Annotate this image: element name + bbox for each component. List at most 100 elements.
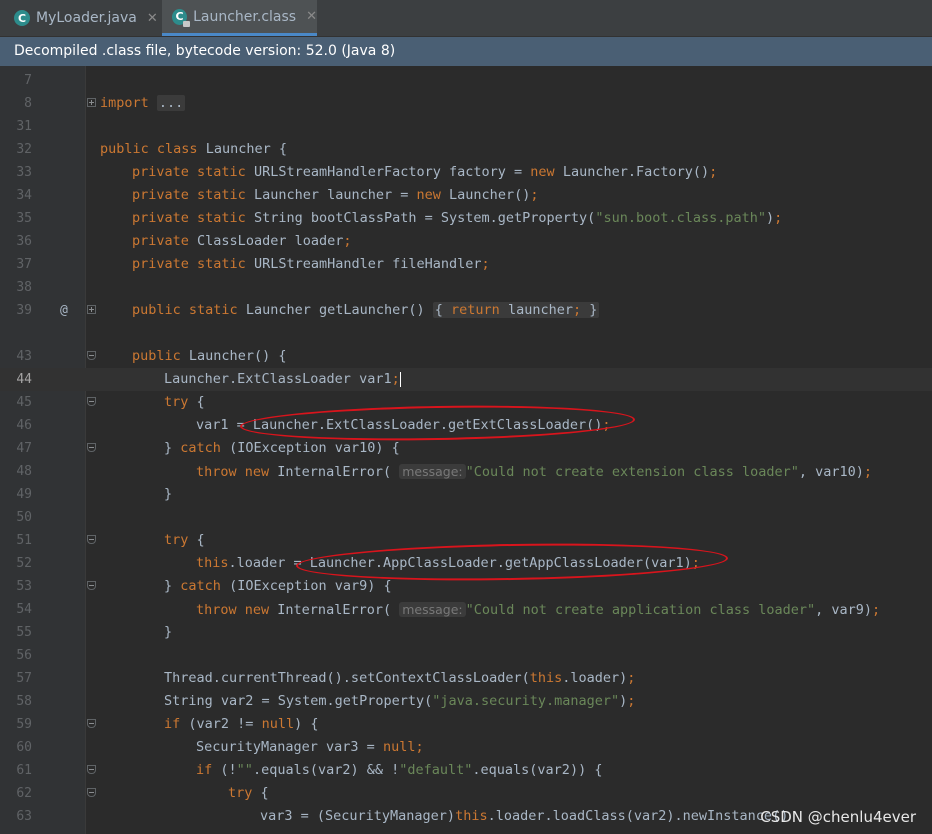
code-fragment: URLStreamHandler fileHandler [253,256,482,272]
code-fragment: Launcher { [205,141,287,157]
code-fragment: , var10) [798,464,864,480]
code-fragment: String var2 = System.getProperty( [164,693,433,709]
fold-expand-icon[interactable] [87,305,96,314]
keyword: return [451,302,500,318]
code-fragment: (! [220,762,237,778]
keyword: if [164,716,181,732]
code-fragment: InternalError( [277,464,392,480]
semicolon: ; [481,256,490,272]
code-fragment: launcher [507,302,573,318]
string-literal: "" [236,762,253,778]
keyword: public class [100,141,198,157]
code-text: public static Launcher getLauncher() { r… [132,299,600,322]
fold-collapse-icon[interactable] [87,788,96,797]
code-line: 47 } catch (IOException var10) { [0,437,932,460]
code-text: private ClassLoader loader; [132,230,352,253]
line-number: 38 [16,280,32,295]
fold-collapse-icon[interactable] [87,351,96,360]
code-fragment: Launcher() [449,187,531,203]
code-line: 34 private static Launcher launcher = ne… [0,184,932,207]
folded-method-body[interactable]: { return launcher; } [432,302,600,318]
line-number: 59 [16,717,32,732]
brace: } [589,302,598,318]
code-text: try { [164,391,205,414]
code-line: 8 import ... [0,92,932,115]
fold-collapse-icon[interactable] [87,581,96,590]
line-number: 49 [16,487,32,502]
text-cursor [399,371,401,387]
brace: } [164,486,173,502]
string-literal: "Could not create application class load… [465,602,816,618]
line-number: 37 [16,257,32,272]
code-line: 61 if (!"".equals(var2) && !"default".eq… [0,759,932,782]
code-text: public Launcher() { [132,345,286,368]
string-literal: "default" [399,762,473,778]
semicolon: ; [872,602,881,618]
code-text: private static Launcher launcher = new L… [132,184,538,207]
code-text: } catch (IOException var9) { [164,575,392,598]
code-line: 50 [0,506,932,529]
code-fragment: URLStreamHandlerFactory factory = [253,164,523,180]
line-number: 60 [16,740,32,755]
folded-imports[interactable]: ... [156,95,186,111]
fold-collapse-icon[interactable] [87,535,96,544]
code-text: Thread.currentThread().setContextClassLo… [164,667,635,690]
fold-collapse-icon[interactable] [87,765,96,774]
code-text: throw new InternalError( message: "Could … [196,598,880,622]
parameter-hint: message: [399,602,466,617]
code-fragment: .loader) [562,670,628,686]
code-fragment: , var9) [815,602,873,618]
code-fragment: (IOException var10) { [229,440,400,456]
code-text: throw new InternalError( message: "Could … [196,460,872,484]
keyword: if [196,762,213,778]
line-number: 52 [16,556,32,571]
code-line: 49 } [0,483,932,506]
code-text: try { [164,529,205,552]
keyword: private static [132,256,246,272]
code-text: if (!"".equals(var2) && !"default".equal… [196,759,602,782]
code-fragment: Launcher.Factory() [562,164,710,180]
line-number: 7 [24,73,32,88]
keyword: this [529,670,563,686]
semicolon: ; [627,670,636,686]
keyword: try [164,532,189,548]
at-override-icon[interactable]: @ [60,299,68,322]
semicolon: ; [863,464,873,480]
line-number: 56 [16,648,32,663]
keyword: new [416,187,441,203]
semicolon: ; [709,164,718,180]
string-literal: "java.security.manager" [432,693,620,709]
semicolon: ; [343,233,352,249]
keyword: public [132,348,181,364]
code-line: 37 private static URLStreamHandler fileH… [0,253,932,276]
semicolon: ; [774,210,783,226]
keyword: catch [180,440,221,456]
code-line: 35 private static String bootClassPath =… [0,207,932,230]
line-number: 43 [16,349,32,364]
brace: } [164,578,173,594]
code-fragment: Launcher.ExtClassLoader var1 [164,371,392,387]
fold-collapse-icon[interactable] [87,397,96,406]
semicolon: ; [627,693,636,709]
line-number: 51 [16,533,32,548]
fold-collapse-icon[interactable] [87,719,96,728]
line-number: 32 [16,142,32,157]
code-line: 59 if (var2 != null) { [0,713,932,736]
line-number: 63 [16,809,32,824]
semicolon: ; [391,371,400,387]
line-number: 31 [16,119,32,134]
fold-expand-icon[interactable] [87,98,96,107]
line-number: 47 [16,441,32,456]
code-line: 38 [0,276,932,299]
fold-collapse-icon[interactable] [87,443,96,452]
semicolon: ; [530,187,539,203]
code-text: import ... [100,92,186,115]
code-fragment: ) [766,210,775,226]
line-number: 46 [16,418,32,433]
keyword: catch [180,578,221,594]
keyword: new [530,164,555,180]
code-text: } [164,621,172,644]
keyword: private static [132,164,246,180]
code-fragment: Launcher getLauncher() [245,302,425,318]
